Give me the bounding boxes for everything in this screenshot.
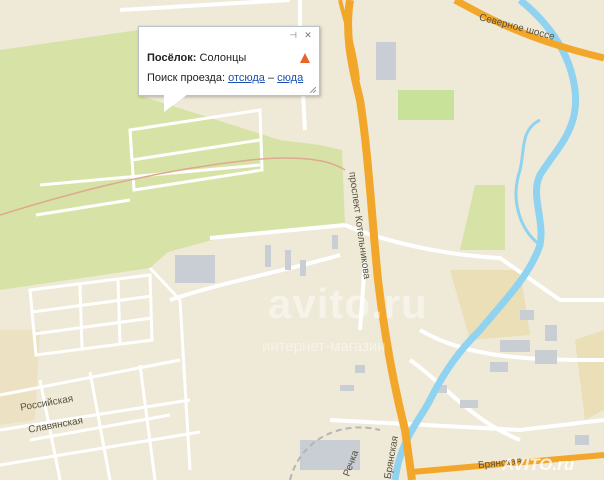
park-square — [398, 90, 454, 120]
route-from-link[interactable]: отсюда — [228, 72, 265, 84]
watermark-sub: интернет-магазин — [262, 338, 386, 355]
pin-icon[interactable]: ⊣ — [288, 30, 298, 40]
resize-icon[interactable] — [310, 87, 316, 93]
route-search-row: Поиск проезда: отсюда – сюда — [147, 72, 303, 84]
place-type-label: Посёлок: — [147, 52, 197, 64]
route-to-link[interactable]: сюда — [277, 72, 303, 84]
close-icon[interactable]: ✕ — [303, 30, 313, 40]
place-popup: ⊣ ✕ Посёлок: Солонцы Поиск проезда: отсю… — [138, 26, 320, 96]
popup-tail — [164, 94, 188, 112]
place-name: Солонцы — [199, 52, 247, 64]
route-search-label: Поиск проезда: — [147, 72, 225, 84]
warning-icon[interactable] — [300, 53, 310, 63]
popup-title-row: Посёлок: Солонцы — [147, 52, 246, 64]
watermark-corner: AVITO.ru — [502, 455, 575, 474]
watermark-main: avito.ru — [268, 280, 428, 327]
route-separator: – — [267, 72, 275, 84]
